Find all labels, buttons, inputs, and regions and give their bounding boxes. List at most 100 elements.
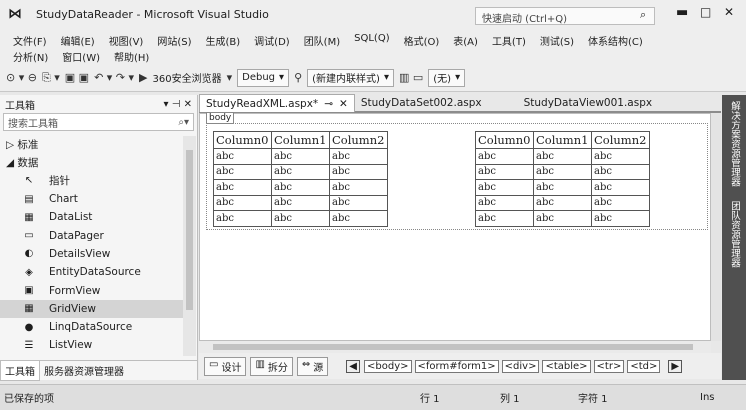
breadcrumb-item[interactable]: <body> xyxy=(364,359,412,373)
table-cell[interactable]: abc xyxy=(213,179,272,196)
tab-studydataview001[interactable]: StudyDataView001.aspx xyxy=(518,94,658,112)
menu-item[interactable]: 格式(O) xyxy=(397,33,447,48)
menu-item[interactable]: 团队(M) xyxy=(297,33,347,48)
menu-item[interactable]: 测试(S) xyxy=(533,33,581,48)
menu-item[interactable]: 窗口(W) xyxy=(55,49,107,64)
breadcrumb-item[interactable]: <td> xyxy=(627,359,661,373)
target-select[interactable]: (无) ▾ xyxy=(428,68,466,87)
tab-toolbox[interactable]: 工具箱 xyxy=(0,360,40,381)
toolbox-category-standard[interactable]: ▷ 标准 xyxy=(0,135,183,153)
editor-vertical-scrollbar[interactable] xyxy=(711,113,721,341)
toolbox-item[interactable]: ↖ 指针 xyxy=(0,172,183,190)
table-cell[interactable]: abc xyxy=(271,163,330,180)
toolbox-scrollbar[interactable] xyxy=(183,136,196,356)
menu-item[interactable]: 帮助(H) xyxy=(107,49,156,64)
browser-button[interactable]: 360安全浏览器 xyxy=(153,70,222,85)
quick-launch-input[interactable]: 快速启动 (Ctrl+Q) xyxy=(475,7,655,25)
table-cell[interactable]: abc xyxy=(329,194,388,211)
menu-item[interactable]: 视图(V) xyxy=(102,33,151,48)
table-cell[interactable]: abc xyxy=(533,179,592,196)
toolbox-item[interactable]: ● LinqDataSource xyxy=(0,318,183,336)
run-icon[interactable]: ▶ xyxy=(139,71,147,84)
table-cell[interactable]: abc xyxy=(475,163,534,180)
source-view-button[interactable]: ⇔ 源 xyxy=(296,356,329,376)
pin-icon[interactable]: ▾ ⊣ ✕ xyxy=(164,99,192,110)
back-icon[interactable]: ⊙ ▾ ⊖ xyxy=(6,71,37,84)
split-view-button[interactable]: ▥ 拆分 xyxy=(250,356,293,376)
design-view-button[interactable]: ▭ 设计 xyxy=(204,356,247,376)
table-cell[interactable]: abc xyxy=(329,179,388,196)
close-button[interactable]: ✕ xyxy=(724,5,734,19)
table-cell[interactable]: abc xyxy=(533,210,592,227)
toolbox-item[interactable]: ◐ DetailsView xyxy=(0,245,183,263)
breadcrumb-item[interactable]: <table> xyxy=(542,359,591,373)
table-cell[interactable]: abc xyxy=(591,210,650,227)
breadcrumb-item[interactable]: <tr> xyxy=(593,359,625,373)
menu-item[interactable]: 表(A) xyxy=(446,33,485,48)
breadcrumb-item[interactable]: <div> xyxy=(501,359,540,373)
editor-horizontal-scrollbar[interactable] xyxy=(199,341,711,353)
menu-item[interactable]: 编辑(E) xyxy=(54,33,102,48)
table-cell[interactable]: abc xyxy=(591,163,650,180)
tab-server-explorer[interactable]: 服务器资源管理器 xyxy=(40,361,128,380)
undo-icon[interactable]: ↶ ▾ ↷ ▾ xyxy=(94,71,134,84)
table-cell[interactable]: abc xyxy=(475,194,534,211)
new-file-icon[interactable]: ⎘ ▾ xyxy=(42,71,60,85)
table-cell[interactable]: abc xyxy=(213,163,272,180)
table-cell[interactable]: abc xyxy=(591,148,650,165)
menu-item[interactable]: SQL(Q) xyxy=(347,33,396,48)
tab-studyreadxml[interactable]: StudyReadXML.aspx* ⊸ ✕ xyxy=(199,94,355,112)
form-area[interactable]: Column0 Column1 Column2 abc abc abc abc abc abc a… xyxy=(206,123,708,230)
toolbox-item[interactable]: ▦ DataList xyxy=(0,208,183,226)
table-cell[interactable]: abc xyxy=(591,179,650,196)
table-cell[interactable]: abc xyxy=(533,148,592,165)
toolbox-item[interactable]: ▭ DataPager xyxy=(0,226,183,244)
pin-icon[interactable]: ⊸ xyxy=(324,98,333,110)
config-select[interactable]: Debug ▾ xyxy=(237,68,290,87)
style-select[interactable]: (新建内联样式) ▾ xyxy=(307,68,394,87)
toolbox-item[interactable]: ▣ FormView xyxy=(0,281,183,299)
save-icon[interactable]: ▣ ▣ xyxy=(65,71,89,84)
table-cell[interactable]: abc xyxy=(213,194,272,211)
table-cell[interactable]: abc xyxy=(213,148,272,165)
solution-explorer-tab[interactable]: 解决方案资源管理器 xyxy=(727,101,741,187)
tool-icon[interactable]: ⚲ xyxy=(294,71,302,84)
menu-item[interactable]: 网站(S) xyxy=(150,33,198,48)
menu-item[interactable]: 调试(D) xyxy=(247,33,297,48)
table-cell[interactable]: abc xyxy=(475,179,534,196)
gridview-table-1[interactable]: Column0 Column1 Column2 abc abc abc abc abc abc a… xyxy=(213,131,388,227)
table-cell[interactable]: abc xyxy=(533,163,592,180)
toolbox-item[interactable]: ☰ ListView xyxy=(0,336,183,354)
toolbox-item[interactable]: ▦ GridView xyxy=(0,299,183,318)
table-cell[interactable]: abc xyxy=(329,210,388,227)
format-icon[interactable]: ▥ ▭ xyxy=(399,71,423,84)
team-explorer-tab[interactable]: 团队资源管理器 xyxy=(727,201,741,268)
table-cell[interactable]: abc xyxy=(475,210,534,227)
breadcrumb-item[interactable]: <form#form1> xyxy=(414,359,499,373)
table-cell[interactable]: abc xyxy=(475,148,534,165)
table-cell[interactable]: abc xyxy=(271,179,330,196)
table-cell[interactable]: abc xyxy=(271,194,330,211)
table-cell[interactable]: abc xyxy=(271,210,330,227)
table-cell[interactable]: abc xyxy=(213,210,272,227)
toolbox-category-data[interactable]: ◢ 数据 xyxy=(0,153,183,171)
close-icon[interactable]: ✕ xyxy=(339,98,348,110)
table-cell[interactable]: abc xyxy=(591,194,650,211)
maximize-button[interactable]: □ xyxy=(700,5,711,19)
toolbox-search-input[interactable]: 搜索工具箱 ⌕▾ xyxy=(3,113,194,131)
menu-item[interactable]: 文件(F) xyxy=(6,33,54,48)
toolbox-item[interactable]: ▤ Chart xyxy=(0,190,183,208)
menu-item[interactable]: 工具(T) xyxy=(485,33,533,48)
table-cell[interactable]: abc xyxy=(329,148,388,165)
table-cell[interactable]: abc xyxy=(271,148,330,165)
menu-item[interactable]: 分析(N) xyxy=(6,49,55,64)
scroll-left-icon[interactable]: ◀ xyxy=(346,359,360,373)
scroll-right-icon[interactable]: ▶ xyxy=(668,359,683,373)
menu-item[interactable]: 体系结构(C) xyxy=(581,33,650,48)
chevron-down-icon[interactable]: ▾ xyxy=(227,71,233,84)
tab-studydataset002[interactable]: StudyDataSet002.aspx xyxy=(355,94,488,112)
table-cell[interactable]: abc xyxy=(533,194,592,211)
menu-item[interactable]: 生成(B) xyxy=(199,33,248,48)
table-cell[interactable]: abc xyxy=(329,163,388,180)
minimize-button[interactable]: ▬ xyxy=(676,5,688,20)
